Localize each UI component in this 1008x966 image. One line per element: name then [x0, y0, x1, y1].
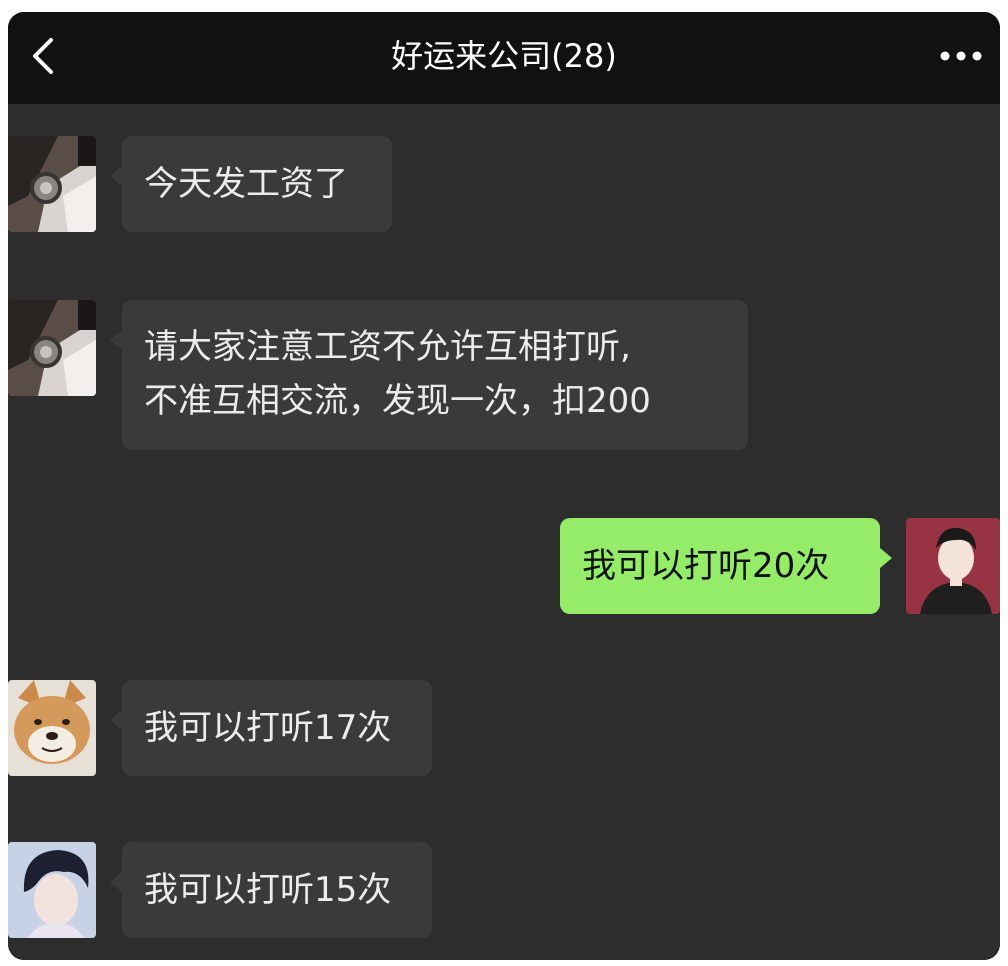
watch-avatar[interactable] — [8, 300, 96, 396]
message-text-line-1: 请大家注意工资不允许互相打听, — [144, 327, 631, 367]
cartoon-boy-avatar[interactable] — [906, 518, 1000, 614]
bubble-tail — [110, 872, 122, 892]
chat-header: 好运来公司(28) — [8, 12, 1000, 104]
shiba-dog-avatar[interactable] — [8, 680, 96, 776]
bubble-tail — [110, 330, 122, 350]
more-button[interactable] — [936, 30, 986, 82]
watch-avatar-image — [8, 136, 96, 232]
message-bubble-3[interactable]: 我可以打听20次 — [560, 518, 880, 614]
anime-boy-avatar[interactable] — [8, 842, 96, 938]
message-bubble-5[interactable]: 我可以打听15次 — [122, 842, 432, 938]
shiba-dog-avatar-image — [8, 680, 96, 776]
message-bubble-4[interactable]: 我可以打听17次 — [122, 680, 432, 776]
watch-avatar-image — [8, 300, 96, 396]
chat-screen: 好运来公司(28) 今天发工资了 请大家注意工资不允许互相打听, 不准互相交流，… — [8, 12, 1000, 960]
message-list[interactable]: 今天发工资了 请大家注意工资不允许互相打听, 不准互相交流，发现一次，扣200 … — [8, 104, 1000, 960]
cartoon-boy-avatar-image — [906, 518, 1000, 614]
anime-boy-avatar-image — [8, 842, 96, 938]
message-text-line-2: 不准互相交流，发现一次，扣200 — [144, 381, 651, 421]
message-text: 我可以打听17次 — [144, 708, 392, 748]
bubble-tail — [110, 710, 122, 730]
bubble-tail — [110, 166, 122, 186]
message-text: 今天发工资了 — [144, 164, 348, 204]
watch-avatar[interactable] — [8, 136, 96, 232]
message-text: 我可以打听20次 — [582, 546, 830, 586]
message-bubble-1[interactable]: 今天发工资了 — [122, 136, 392, 232]
bubble-tail — [880, 548, 892, 568]
more-dots-icon — [940, 51, 982, 61]
group-title: 好运来公司(28) — [391, 37, 617, 75]
message-bubble-2[interactable]: 请大家注意工资不允许互相打听, 不准互相交流，发现一次，扣200 — [122, 300, 748, 450]
message-text: 我可以打听15次 — [144, 870, 392, 910]
